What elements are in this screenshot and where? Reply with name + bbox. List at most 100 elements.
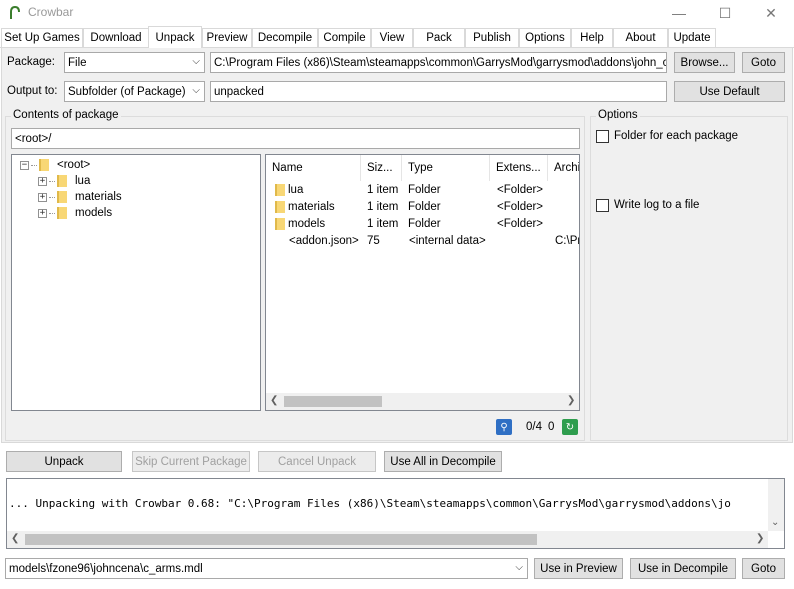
tab-publish[interactable]: Publish xyxy=(465,28,519,47)
goto-file-button[interactable]: Goto xyxy=(742,558,785,579)
expand-icon[interactable]: + xyxy=(38,208,47,218)
collapse-icon[interactable]: − xyxy=(20,160,29,170)
list-item[interactable]: <addon.json> 75 <internal data> C:\Pr xyxy=(266,232,579,249)
package-label: Package: xyxy=(7,56,55,68)
list-horizontal-scrollbar[interactable]: ❮ ❯ xyxy=(266,393,579,410)
output-file-dropdown[interactable]: models\fzone96\johncena\c_arms.mdl ⌵ xyxy=(5,558,528,579)
list-item[interactable]: materials 1 item Folder <Folder> xyxy=(266,198,579,215)
log-horizontal-scrollbar[interactable]: ❮ ❯ xyxy=(7,531,768,548)
tab-about[interactable]: About xyxy=(613,28,668,47)
minimize-button[interactable]: — xyxy=(656,0,702,26)
tab-download[interactable]: Download xyxy=(83,28,149,47)
scrollbar-thumb[interactable] xyxy=(25,534,537,545)
tab-update[interactable]: Update xyxy=(668,28,716,47)
browse-button[interactable]: Browse... xyxy=(674,52,735,73)
scrollbar-thumb[interactable] xyxy=(284,396,382,407)
tab-set-up-games[interactable]: Set Up Games xyxy=(1,28,83,47)
options-group xyxy=(590,116,788,441)
list-item-name: <addon.json> xyxy=(289,234,359,247)
folder-each-package-label[interactable]: Folder for each package xyxy=(614,130,738,142)
column-header-archive[interactable]: Archi xyxy=(548,155,579,181)
list-item-size: 1 item xyxy=(367,183,399,196)
list-item-type: Folder xyxy=(408,200,441,213)
cancel-unpack-button[interactable]: Cancel Unpack xyxy=(258,451,376,472)
list-item-size: 1 item xyxy=(367,200,399,213)
scroll-left-icon[interactable]: ❮ xyxy=(11,533,19,544)
tree-node-lua[interactable]: + lua xyxy=(38,173,90,189)
use-in-preview-button[interactable]: Use in Preview xyxy=(534,558,623,579)
use-default-button[interactable]: Use Default xyxy=(674,81,785,102)
file-count-text: 0/4 xyxy=(526,421,542,433)
list-item-type: <internal data> xyxy=(409,234,486,247)
column-header-size[interactable]: Siz... xyxy=(361,155,402,181)
tree-node-materials[interactable]: + materials xyxy=(38,189,122,205)
list-item-extension: <Folder> xyxy=(497,200,544,213)
folder-icon xyxy=(57,175,67,187)
tab-options[interactable]: Options xyxy=(519,28,571,47)
write-log-checkbox[interactable] xyxy=(596,199,609,212)
output-mode-value: Subfolder (of Package) xyxy=(68,85,186,98)
tab-pack[interactable]: Pack xyxy=(413,28,465,47)
package-type-dropdown[interactable]: File ⌵ xyxy=(64,52,205,73)
expand-icon[interactable]: + xyxy=(38,176,47,186)
maximize-button[interactable]: ☐ xyxy=(702,0,748,26)
scroll-left-icon[interactable]: ❮ xyxy=(270,395,278,406)
scroll-right-icon[interactable]: ❯ xyxy=(756,533,764,544)
tab-view[interactable]: View xyxy=(371,28,413,47)
crowbar-app-icon xyxy=(10,6,20,19)
list-item-size: 75 xyxy=(367,234,380,247)
chevron-down-icon: ⌵ xyxy=(192,85,200,96)
goto-package-button[interactable]: Goto xyxy=(742,52,785,73)
column-header-type[interactable]: Type xyxy=(402,155,490,181)
refresh-icon[interactable]: ↻ xyxy=(562,419,578,435)
package-list-view[interactable]: Name Siz... Type Extens... Archi lua 1 i… xyxy=(265,154,580,411)
column-header-name[interactable]: Name xyxy=(266,155,361,181)
search-icon[interactable]: ⚲ xyxy=(496,419,512,435)
output-mode-dropdown[interactable]: Subfolder (of Package) ⌵ xyxy=(64,81,205,102)
package-path-input[interactable]: C:\Program Files (x86)\Steam\steamapps\c… xyxy=(210,52,667,73)
list-item-archive: C:\Pr xyxy=(555,234,579,247)
use-in-decompile-button[interactable]: Use in Decompile xyxy=(630,558,736,579)
unpack-button[interactable]: Unpack xyxy=(6,451,122,472)
scroll-down-icon[interactable]: ⌄ xyxy=(771,517,779,528)
close-button[interactable]: ✕ xyxy=(748,0,794,26)
output-folder-input[interactable]: unpacked xyxy=(210,81,667,102)
tree-node-label: <root> xyxy=(57,159,91,171)
list-item-name: lua xyxy=(288,183,304,196)
contents-path-input[interactable]: <root>/ xyxy=(11,128,580,149)
folder-icon xyxy=(275,218,285,230)
list-item[interactable]: lua 1 item Folder <Folder> xyxy=(266,181,579,198)
folder-each-package-checkbox[interactable] xyxy=(596,130,609,143)
use-all-in-decompile-button[interactable]: Use All in Decompile xyxy=(384,451,502,472)
write-log-label[interactable]: Write log to a file xyxy=(614,199,699,211)
folder-icon xyxy=(275,201,285,213)
tree-node-label: materials xyxy=(75,191,122,203)
tab-unpack[interactable]: Unpack xyxy=(148,26,202,48)
folder-icon xyxy=(275,184,285,196)
column-header-extension[interactable]: Extens... xyxy=(490,155,548,181)
list-item-extension: <Folder> xyxy=(497,217,544,230)
list-item-name: materials xyxy=(288,200,335,213)
list-item[interactable]: models 1 item Folder <Folder> xyxy=(266,215,579,232)
tab-decompile[interactable]: Decompile xyxy=(252,28,318,47)
scroll-right-icon[interactable]: ❯ xyxy=(567,395,575,406)
output-label: Output to: xyxy=(7,85,58,97)
tab-help[interactable]: Help xyxy=(571,28,613,47)
package-tree-view[interactable]: − <root> + lua + materials + models xyxy=(11,154,261,411)
options-group-title: Options xyxy=(596,109,640,121)
tab-preview[interactable]: Preview xyxy=(202,28,252,47)
list-item-size: 1 item xyxy=(367,217,399,230)
folder-icon xyxy=(57,207,67,219)
skip-current-package-button[interactable]: Skip Current Package xyxy=(132,451,250,472)
tree-node-models[interactable]: + models xyxy=(38,205,112,221)
log-vertical-scrollbar[interactable]: ⌄ xyxy=(768,479,784,531)
tree-node-root[interactable]: − <root> xyxy=(20,157,90,173)
output-file-value: models\fzone96\johncena\c_arms.mdl xyxy=(9,562,203,575)
selected-count-text: 0 xyxy=(548,421,555,433)
contents-group-title: Contents of package xyxy=(11,109,121,121)
folder-icon xyxy=(39,159,49,171)
list-item-name: models xyxy=(288,217,326,230)
expand-icon[interactable]: + xyxy=(38,192,47,202)
tab-compile[interactable]: Compile xyxy=(318,28,371,47)
log-output[interactable]: ... Unpacking with Crowbar 0.68: "C:\Pro… xyxy=(6,478,785,549)
